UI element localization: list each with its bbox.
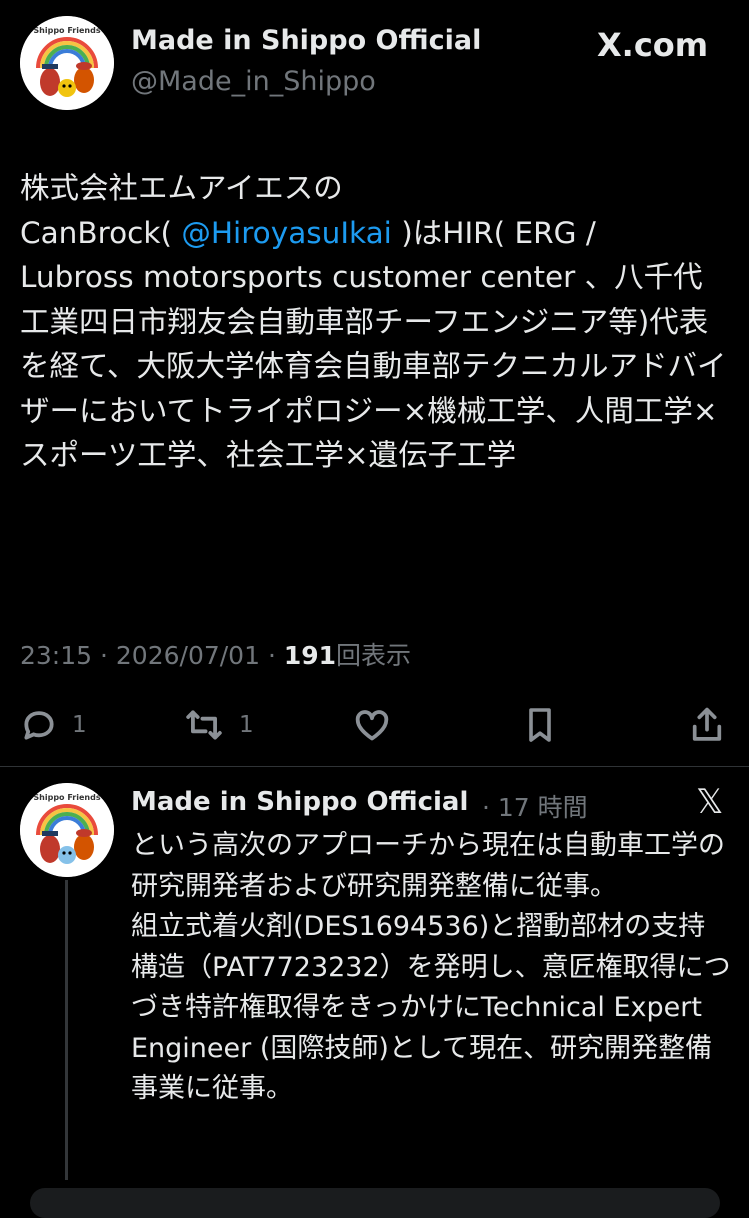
share-icon (692, 707, 722, 741)
repost-count: 1 (239, 712, 254, 738)
tweet-time[interactable]: 23:15 (20, 641, 92, 670)
reply-button[interactable]: 1 (20, 700, 87, 750)
tweet-text-segment: CanBrock( (20, 215, 182, 250)
reply-avatar[interactable]: Shippo Friends (20, 783, 114, 877)
x-com-label: X.com (597, 26, 709, 64)
reply-time-ago[interactable]: · 17 時間 (482, 788, 588, 824)
like-icon (355, 710, 389, 741)
repost-icon (186, 710, 222, 740)
tweet-date[interactable]: 2026/07/01 (116, 641, 260, 670)
meta-separator: · (100, 641, 108, 670)
tweet-actions: 1 1 (0, 700, 749, 750)
tweet-divider (0, 766, 749, 767)
meta-separator: · (267, 641, 276, 670)
bookmark-icon (529, 708, 551, 742)
tweet-text-rest: Lubross motorsports customer center 、八千代… (20, 260, 727, 472)
reply-author-name[interactable]: Made in Shippo Official (131, 787, 468, 817)
tweet-text-line-2: CanBrock( @HiroyasuIkai )はHIR( ERG / (20, 211, 732, 256)
avatar-caption: Shippo Friends (33, 26, 101, 35)
tweet-text-segment: )はHIR( ERG / (391, 215, 596, 250)
tweet-text: 株式会社エムアイエスの CanBrock( @HiroyasuIkai )はHI… (20, 166, 732, 478)
tweet-text-line-1: 株式会社エムアイエスの (20, 171, 343, 205)
main-avatar[interactable]: Shippo Friends (20, 16, 114, 110)
views-label: 回表示 (336, 641, 412, 670)
views-count: 191 (283, 641, 337, 670)
bookmark-button[interactable] (522, 700, 558, 750)
mention-link[interactable]: @HiroyasuIkai (181, 216, 392, 250)
reply-compose-bar[interactable] (30, 1188, 720, 1218)
thread-line (65, 880, 68, 1180)
author-name[interactable]: Made in Shippo Official (131, 25, 481, 56)
share-button[interactable] (688, 700, 726, 750)
like-button[interactable] (352, 700, 392, 750)
author-handle[interactable]: @Made_in_Shippo (131, 66, 376, 97)
avatar-caption: Shippo Friends (33, 793, 101, 802)
repost-button[interactable]: 1 (183, 700, 254, 750)
tweet-meta: 23:15 · 2026/07/01 · 191回表示 (20, 636, 411, 672)
reply-count: 1 (72, 712, 87, 738)
reply-icon (24, 711, 54, 740)
x-logo-icon: 𝕏 (696, 782, 724, 822)
reply-text: という高次のアプローチから現在は自動車工学の研究開発者および研究開発整備に従事。… (131, 830, 731, 1104)
